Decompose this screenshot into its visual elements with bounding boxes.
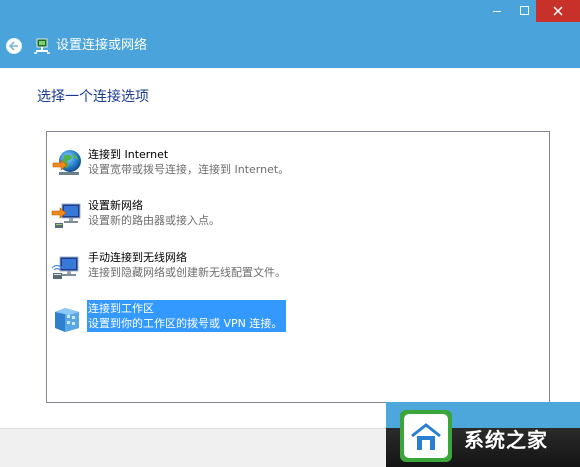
setup-connection-window: 设置连接或网络 选择一个连接选项 连接到 Internet 设置宽带或拨号连接，… [0,0,580,467]
option-description: 设置宽带或拨号连接，连接到 Internet。 [88,163,290,176]
back-arrow-icon [8,41,18,51]
maximize-icon [520,6,529,15]
close-button[interactable] [536,0,580,22]
workplace-building-icon [51,302,83,334]
option-description: 连接到隐藏网络或创建新无线配置文件。 [88,266,286,279]
connection-options-list: 连接到 Internet 设置宽带或拨号连接，连接到 Internet。 设置新… [46,131,550,403]
option-title: 设置新网络 [88,199,143,212]
back-button[interactable] [6,38,22,54]
option-text: 连接到工作区 设置到你的工作区的拨号或 VPN 连接。 [87,300,287,332]
option-description: 设置到你的工作区的拨号或 VPN 连接。 [88,317,283,330]
new-network-icon [51,199,83,231]
wireless-network-icon [51,251,83,283]
title-bar [0,0,580,24]
watermark-text: 系统之家 [464,428,548,452]
navigation-bar: 设置连接或网络 [0,24,580,68]
option-title: 连接到 Internet [88,148,169,161]
page-title: 设置连接或网络 [56,38,148,53]
minimize-icon [493,11,501,12]
option-description: 设置新的路由器或接入点。 [88,214,220,227]
option-title: 手动连接到无线网络 [88,251,187,264]
section-heading: 选择一个连接选项 [37,89,149,105]
maximize-button[interactable] [510,0,538,22]
close-icon [553,6,563,16]
house-logo-icon [400,410,452,462]
watermark: 系统之家 [386,402,580,467]
option-title: 连接到工作区 [88,302,154,315]
minimize-button[interactable] [482,0,510,22]
option-text: 连接到 Internet 设置宽带或拨号连接，连接到 Internet。 [87,146,293,178]
option-text: 设置新网络 设置新的路由器或接入点。 [87,197,224,229]
option-text: 手动连接到无线网络 连接到隐藏网络或创建新无线配置文件。 [87,249,290,281]
network-setup-icon [33,37,51,55]
globe-network-icon [51,148,83,180]
